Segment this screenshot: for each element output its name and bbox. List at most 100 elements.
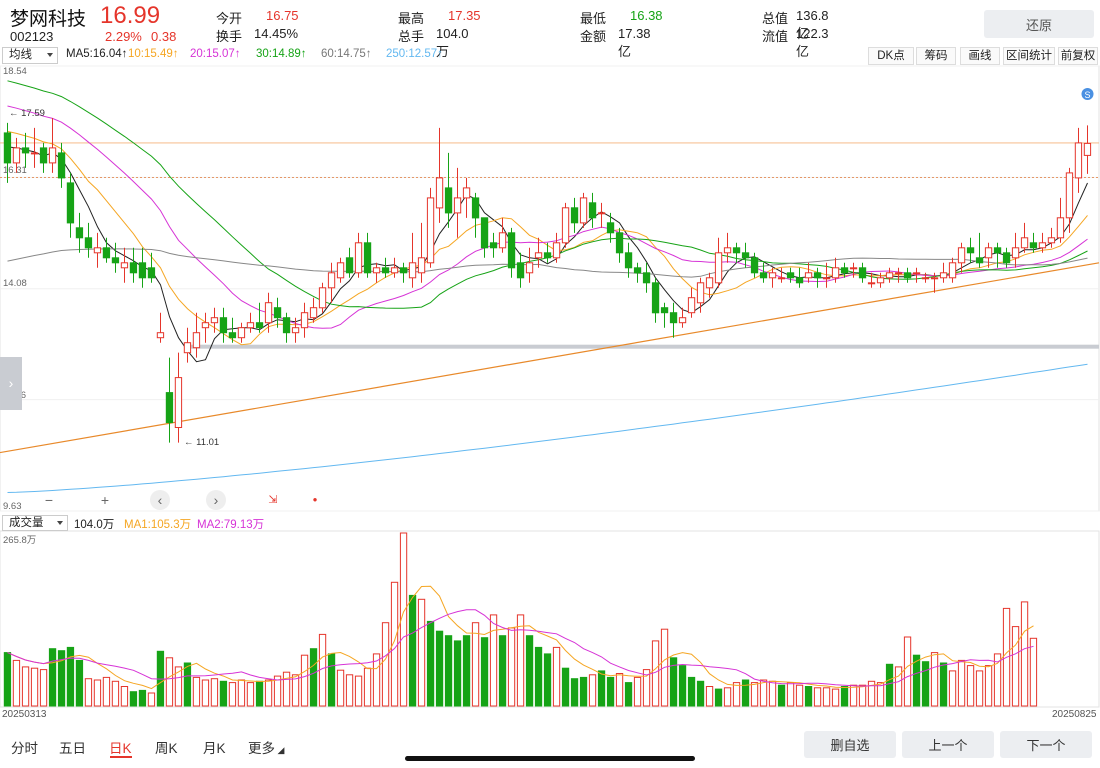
price-axis-label: 14.08 [3, 278, 27, 289]
candle [228, 332, 237, 339]
candle [48, 147, 57, 164]
volume-bar [948, 670, 957, 707]
volume-bar [192, 676, 201, 707]
candle [75, 227, 84, 239]
candle [129, 262, 138, 274]
candle [318, 287, 327, 309]
candle [354, 242, 363, 274]
volume-bar [129, 691, 138, 707]
volume-bar [840, 686, 849, 707]
candle [813, 272, 822, 279]
end-date: 20250825 [1052, 709, 1097, 720]
volume-bar [552, 646, 561, 707]
volume-bar [444, 635, 453, 707]
candle [300, 312, 309, 329]
candle [309, 307, 318, 319]
volume-bar [723, 687, 732, 707]
candle [426, 197, 435, 264]
volume-bar [39, 669, 48, 707]
candle [147, 267, 156, 279]
candle [480, 217, 489, 249]
candle [687, 297, 696, 314]
volume-bar [714, 688, 723, 707]
candle [732, 247, 741, 254]
candle [264, 302, 273, 324]
candle [561, 207, 570, 244]
volume-bar [381, 622, 390, 707]
volume-indicator-selector[interactable]: 成交量 [2, 515, 68, 531]
volume-bar [111, 680, 120, 707]
volume-bar [777, 684, 786, 707]
candle [696, 282, 705, 304]
tab-intraday[interactable]: 分时 [11, 737, 38, 757]
candle [885, 272, 894, 279]
volume-legend-bar: 成交量 104.0万 MA1:105.3万 MA2:79.13万 [0, 515, 1100, 531]
candle [291, 327, 300, 334]
volume-bar [516, 614, 525, 707]
volume-bar [822, 687, 831, 707]
tab-five-day[interactable]: 五日 [59, 737, 86, 757]
volume-bar [282, 671, 291, 707]
volume-bar [507, 627, 516, 707]
volume-bar [831, 688, 840, 707]
zoom-in-icon[interactable]: + [94, 491, 116, 509]
chevron-left-icon[interactable]: ‹ [150, 490, 170, 510]
candle [1020, 237, 1029, 249]
volume-bar [849, 684, 858, 707]
candle [912, 272, 921, 275]
active-tab-indicator [110, 756, 132, 758]
candle [993, 247, 1002, 254]
candle [966, 247, 975, 254]
candle [921, 277, 930, 280]
candle [516, 262, 525, 279]
tab-weekly-k[interactable]: 周K [155, 737, 178, 757]
expand-icon: ◢ [275, 745, 285, 755]
tab-more[interactable]: 更多 ◢ [248, 737, 284, 757]
volume-bar [1029, 637, 1038, 707]
volume-bar [975, 670, 984, 707]
zoom-out-icon[interactable]: − [38, 491, 60, 509]
candle [678, 317, 687, 324]
volume-bar [615, 673, 624, 707]
candle [282, 317, 291, 334]
candle [93, 247, 102, 254]
volume-bar [183, 662, 192, 707]
volume-bar [858, 684, 867, 707]
candle [1038, 242, 1047, 249]
candle [705, 277, 714, 289]
candle [1029, 242, 1038, 249]
volume-bar [939, 662, 948, 707]
candle [822, 277, 831, 280]
remove-watchlist-button[interactable]: 删自选 [804, 731, 896, 758]
volume-bar [1020, 601, 1029, 707]
volume-bar [741, 679, 750, 707]
candle [984, 247, 993, 259]
tab-daily-k[interactable]: 日K [109, 737, 132, 757]
candle [543, 252, 552, 259]
volume-bar [624, 682, 633, 707]
dot-icon[interactable]: ● [304, 491, 326, 509]
volume-bar [606, 676, 615, 707]
volume-bar [354, 675, 363, 707]
candle [660, 307, 669, 314]
candle [714, 252, 723, 284]
candle [768, 272, 777, 279]
chevron-right-icon[interactable]: › [206, 490, 226, 510]
side-expand-tab[interactable]: › [0, 357, 22, 410]
next-stock-button[interactable]: 下一个 [1000, 731, 1092, 758]
prev-stock-button[interactable]: 上一个 [902, 731, 994, 758]
volume-bar [1011, 626, 1020, 707]
cursor-icon[interactable]: ⇲ [262, 491, 284, 509]
candle [336, 262, 345, 279]
candle [39, 147, 48, 164]
home-indicator [405, 756, 695, 761]
volume-bar [201, 679, 210, 707]
candle [102, 247, 111, 259]
candle [741, 252, 750, 259]
candle [615, 232, 624, 254]
candle [471, 197, 480, 219]
volume-bar [786, 682, 795, 707]
tab-monthly-k[interactable]: 月K [203, 737, 226, 757]
kline-chart[interactable]: S [0, 0, 1100, 730]
volume-bar [534, 646, 543, 707]
